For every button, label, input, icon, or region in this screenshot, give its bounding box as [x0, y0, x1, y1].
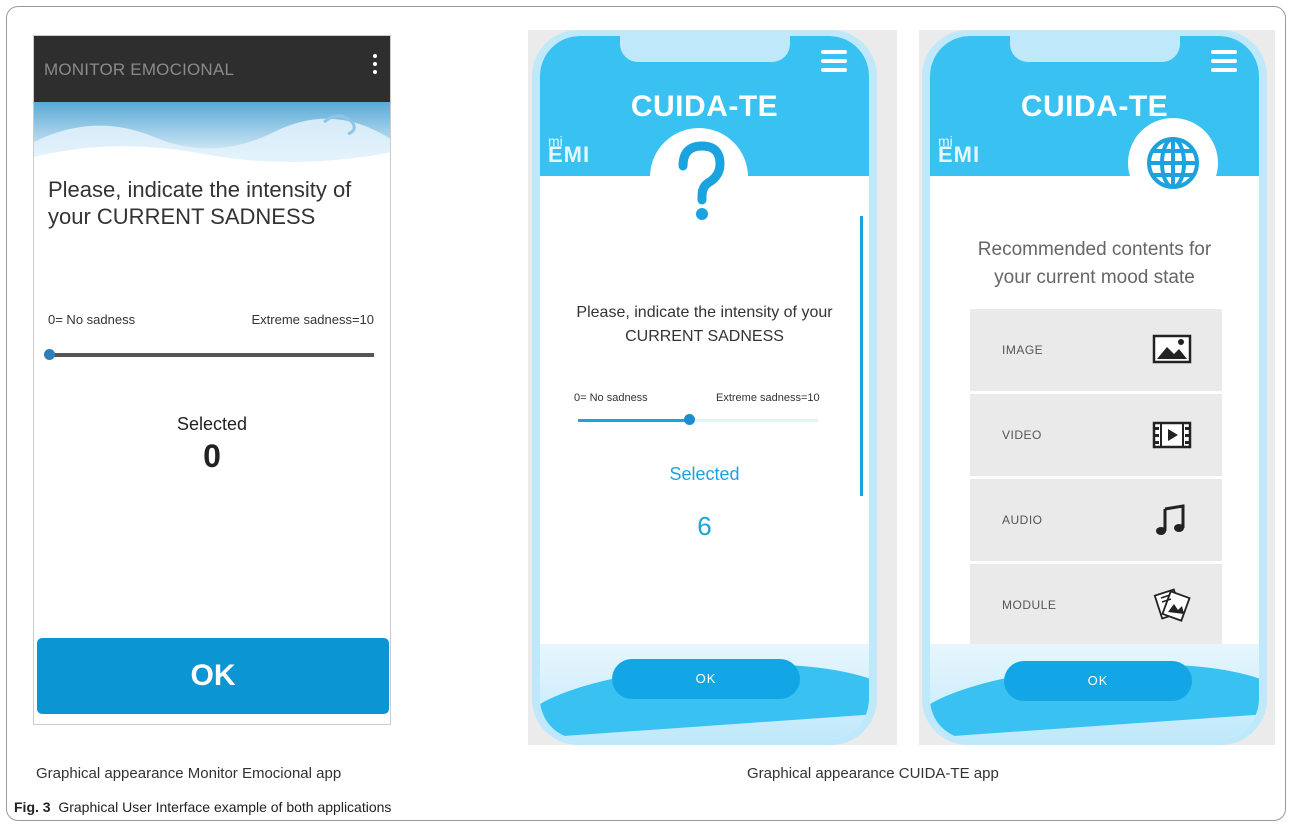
sadness-slider-track[interactable] — [49, 353, 374, 357]
min-label: 0= No sadness — [48, 312, 136, 327]
phone-notch — [620, 36, 790, 62]
module-documents-icon — [1153, 588, 1191, 622]
sadness-slider-thumb[interactable] — [683, 414, 695, 425]
app-title: MONITOR EMOCIONAL — [44, 60, 235, 79]
cuidate-recommend-phone: CUIDA-TE mi EMI Recommended contents for… — [922, 30, 1267, 745]
content-item-module[interactable]: MODULE — [970, 564, 1222, 646]
phone-separator — [897, 30, 919, 745]
app-bar: MONITOR EMOCIONAL — [34, 36, 390, 102]
figure-number: Fig. 3 — [14, 799, 51, 815]
content-item-video[interactable]: VIDEO — [970, 394, 1222, 476]
question-text: Please, indicate the intensity of your C… — [48, 177, 352, 229]
content-item-image[interactable]: IMAGE — [970, 309, 1222, 391]
cuidate-survey-phone: CUIDA-TE mi EMI Please, indicate the int… — [532, 30, 877, 745]
hamburger-menu-icon[interactable] — [821, 50, 847, 77]
caption-monitor-emocional: Graphical appearance Monitor Emocional a… — [36, 765, 342, 782]
question-mark-icon — [678, 141, 725, 220]
video-film-icon — [1152, 421, 1192, 449]
ok-button[interactable]: OK — [1004, 661, 1192, 701]
min-label: 0= No sadness — [574, 392, 648, 404]
globe-icon — [1147, 137, 1199, 189]
figure-caption: Fig. 3 Graphical User Interface example … — [14, 799, 391, 815]
globe-badge — [1128, 118, 1218, 208]
selected-label: Selected — [669, 464, 740, 484]
miemi-logo: mi EMI — [938, 133, 981, 167]
miemi-logo: mi EMI — [548, 133, 591, 167]
ok-button[interactable]: OK — [37, 638, 389, 714]
app-title: CUIDA-TE — [630, 90, 779, 123]
sadness-slider-thumb[interactable] — [44, 349, 55, 360]
content-item-audio[interactable]: AUDIO — [970, 479, 1222, 561]
clouds-decoration — [34, 114, 390, 172]
header-banner — [34, 102, 390, 172]
scrollbar[interactable] — [860, 216, 863, 496]
selected-label: Selected — [176, 414, 248, 434]
ok-button[interactable]: OK — [612, 659, 800, 699]
phone-notch — [1010, 36, 1180, 62]
hamburger-menu-icon[interactable] — [1211, 50, 1237, 77]
figure-text: Graphical User Interface example of both… — [58, 799, 392, 815]
caption-cuidate: Graphical appearance CUIDA-TE app — [747, 765, 999, 782]
image-icon — [1152, 334, 1192, 364]
sadness-slider-fill — [578, 419, 689, 422]
overflow-menu-icon[interactable] — [372, 54, 378, 78]
selected-value: 6 — [697, 511, 712, 541]
max-label: Extreme sadness=10 — [251, 312, 374, 327]
recommendation-heading: Recommended contents for your current mo… — [977, 239, 1212, 288]
music-note-icon — [1156, 504, 1185, 535]
monitor-emocional-screen: MONITOR EMOCIONAL Please, indicate the i… — [33, 35, 391, 725]
max-label: Extreme sadness=10 — [716, 392, 820, 404]
selected-value: 0 — [203, 438, 221, 474]
question-badge — [650, 128, 748, 226]
question-text: Please, indicate the intensity of your C… — [576, 304, 833, 345]
